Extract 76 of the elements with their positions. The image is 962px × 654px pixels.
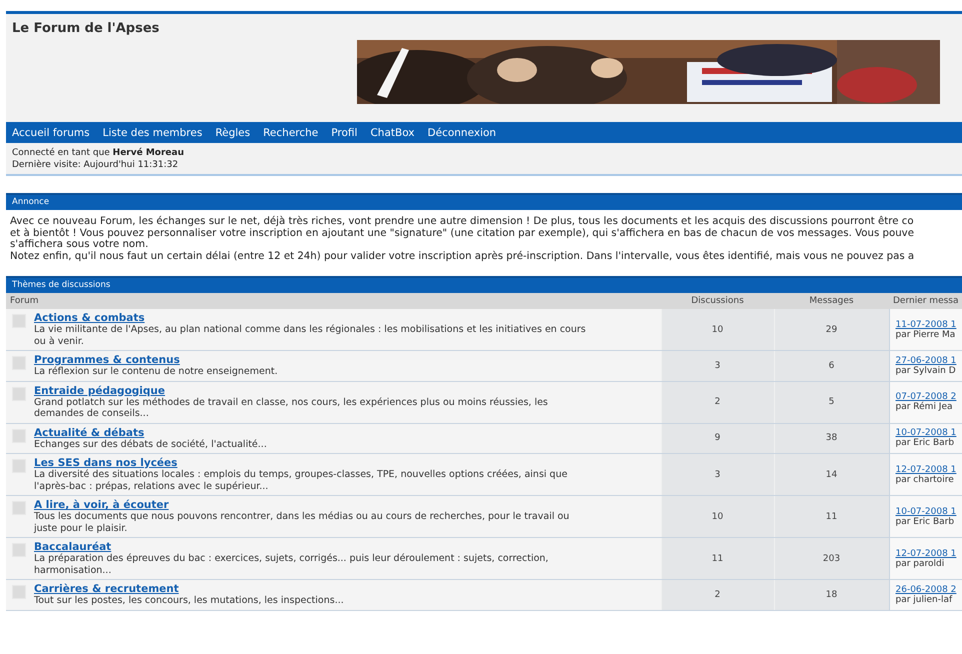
table-cell: 5 — [774, 381, 889, 423]
last-post-link[interactable]: 11-07-2008 1 — [896, 320, 956, 330]
forum-status-icon — [12, 314, 26, 328]
announcement-text: s'affichera sous votre nom. — [10, 239, 150, 250]
announcement-text: et à bientôt ! Vous pouvez personnaliser votre inscription en ajoutant une "signature" (une citation par exemple), qui s'affichera en bas de chacun de vos messages. Vous pouve — [10, 228, 915, 239]
last-post-author: par julien-laf — [896, 594, 954, 605]
column-header: Dernier messa — [889, 293, 962, 309]
last-post-link[interactable]: 10-07-2008 1 — [896, 428, 956, 438]
table-cell: 2 — [661, 580, 774, 610]
forum-description: La vie militante de l'Apses, au plan national comme dans les régionales : les mobilisations et les initiatives en cours ou à venir. — [34, 324, 587, 347]
table-cell: 18 — [774, 580, 889, 610]
forum-status-icon — [12, 501, 26, 515]
forum-status-icon — [12, 459, 26, 473]
forum-description: Echanges sur des débats de société, l'actualité... — [34, 438, 268, 450]
column-header: Messages — [774, 293, 889, 309]
announcement-text: Notez enfin, qu'il nous faut un certain délai (entre 12 et 24h) pour valider votre inscription après pré-inscription. Dans l'intervalle, vous êtes identifié, mais vous ne pouvez pas a — [10, 250, 916, 262]
nav-link[interactable]: Profil — [331, 126, 358, 138]
last-post-author: par Eric Barb — [896, 438, 956, 448]
last-post-link[interactable]: 10-07-2008 1 — [896, 506, 956, 516]
announcement-text: Avec ce nouveau Forum, les échanges sur le net, déjà très riches, vont prendre une autre dimension ! De plus, tous les documents et les acquis des discussions pourront être co — [10, 216, 915, 228]
nav-link[interactable]: Accueil forums — [12, 126, 90, 138]
nav-link[interactable]: Recherche — [263, 126, 318, 138]
forum-link[interactable]: Actions & combats — [34, 312, 145, 324]
last-post-author: par chartoire — [896, 474, 955, 484]
column-header: Discussions — [661, 293, 774, 309]
table-cell: 9 — [661, 423, 774, 454]
nav-link[interactable]: Règles — [215, 126, 250, 138]
last-post-link[interactable]: 12-07-2008 1 — [896, 548, 956, 558]
table-cell: 6 — [774, 350, 889, 381]
forum-link[interactable]: Les SES dans nos lycées — [34, 457, 178, 469]
forum-link[interactable]: A lire, à voir, à écouter — [34, 499, 169, 511]
forum-description: La préparation des épreuves du bac : exercices, sujets, corrigés... puis leur déroulement : sujets, correction, harmonisation... — [34, 553, 550, 576]
forum-link[interactable]: Actualité & débats — [34, 426, 144, 438]
last-post-link[interactable]: 26-06-2008 2 — [896, 584, 956, 595]
forum-link[interactable]: Baccalauréat — [34, 541, 112, 553]
forum-description: Tous les documents que nous pouvons rencontrer, dans les médias ou au cours de recherches, pour le travail ou juste pour le plaisir. — [34, 511, 570, 534]
last-post-link[interactable]: 07-07-2008 2 — [896, 392, 956, 402]
forum-description: Grand potlatch sur les méthodes de travail en classe, nos cours, les expériences plus ou moins réussies, les demandes de conseils... — [34, 396, 549, 420]
section-header: Annonce — [6, 193, 962, 210]
forum-description: La réflexion sur le contenu de notre enseignement. — [34, 366, 279, 378]
table-cell: 10 — [661, 309, 774, 350]
last-post-link[interactable]: 12-07-2008 1 — [896, 464, 956, 474]
forum-status-icon — [12, 386, 26, 400]
table-cell: 2 — [661, 381, 774, 423]
last-post-author: par Eric Barb — [896, 516, 956, 526]
site-title: Le Forum de l'Apses — [12, 21, 160, 36]
table-cell: 38 — [774, 423, 889, 454]
nav-link[interactable]: ChatBox — [370, 126, 415, 138]
last-post-author: par Rémi Jea — [896, 402, 954, 412]
table-cell: 203 — [774, 538, 889, 580]
logged-in-text: Connecté en tant que Hervé Moreau — [12, 147, 186, 159]
forum-link[interactable]: Carrières & recrutement — [34, 583, 179, 595]
forum-status-icon — [12, 543, 26, 557]
section-header: Thèmes de discussions — [6, 276, 962, 293]
forum-description: La diversité des situations locales : emplois du temps, groupes-classes, TPE, nouvelles options créées, ainsi que l'après-bac : prépas, relations avec le supérieur... — [34, 469, 568, 492]
forum-status-icon — [12, 428, 26, 442]
table-cell: 11 — [661, 538, 774, 580]
last-visit-text: Dernière visite: Aujourd'hui 11:31:32 — [12, 159, 180, 171]
table-cell: 14 — [774, 454, 889, 496]
table-cell: 29 — [774, 309, 889, 350]
forum-link[interactable]: Entraide pédagogique — [34, 384, 166, 396]
forum-link[interactable]: Programmes & contenus — [34, 354, 180, 366]
column-header: Forum — [6, 293, 661, 309]
table-cell: 10 — [661, 496, 774, 538]
forum-status-icon — [12, 356, 26, 370]
last-post-author: par paroldi — [896, 558, 946, 568]
forum-description: Tout sur les postes, les concours, les mutations, les inspections... — [34, 595, 345, 606]
nav-link[interactable]: Liste des membres — [102, 126, 202, 138]
table-cell: 3 — [661, 350, 774, 381]
nav-link[interactable]: Déconnexion — [428, 126, 496, 138]
table-cell: 3 — [661, 454, 774, 496]
last-post-author: par Sylvain D — [896, 366, 957, 376]
last-post-link[interactable]: 27-06-2008 1 — [896, 356, 956, 366]
forum-status-icon — [12, 585, 26, 599]
last-post-author: par Pierre Ma — [896, 330, 956, 340]
table-cell: 11 — [774, 496, 889, 538]
